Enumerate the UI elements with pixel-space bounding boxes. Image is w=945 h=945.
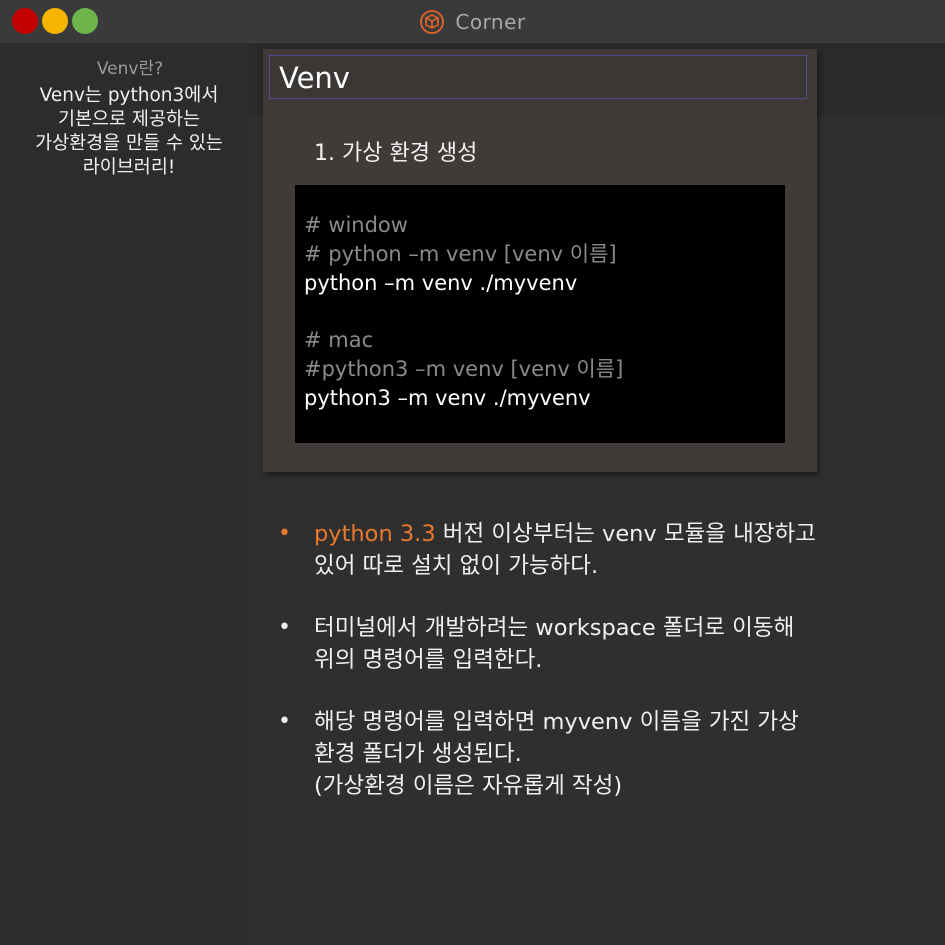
bullet-item: • 해당 명령어를 입력하면 myvenv 이름을 가진 가상 환경 폴더가 생… xyxy=(278,706,898,802)
bullet-line: 터미널에서 개발하려는 workspace 폴더로 이동해 xyxy=(314,615,795,641)
code-line: #python3 –m venv [venv 이름] xyxy=(304,356,624,381)
bullet-text: 버전 이상부터는 venv 모듈을 내장하고 xyxy=(435,521,816,547)
bullet-item: • 터미널에서 개발하려는 workspace 폴더로 이동해 위의 명령어를 … xyxy=(278,612,898,676)
app-window: Corner Venv란? Venv는 python3에서 기본으로 제공하는 … xyxy=(0,0,945,945)
window-title-group: Corner xyxy=(0,0,945,43)
card-title: Venv xyxy=(279,61,350,95)
bullet-line: python 3.3 버전 이상부터는 venv 모듈을 내장하고 xyxy=(314,518,898,550)
code-line: # mac xyxy=(304,328,374,353)
bullet-line: 환경 폴더가 생성된다. xyxy=(314,741,522,767)
bullet-marker: • xyxy=(278,521,291,546)
title-bar: Corner xyxy=(0,0,945,44)
box-logo-icon xyxy=(420,9,445,34)
code-line: python –m venv ./myvenv xyxy=(304,270,578,295)
bullet-line: 위의 명령어를 입력한다. xyxy=(314,647,543,673)
bullet-line: 해당 명령어를 입력하면 myvenv 이름을 가진 가상 xyxy=(314,709,799,735)
step-heading: 1. 가상 환경 생성 xyxy=(314,141,478,166)
code-block: # window # python –m venv [venv 이름] pyth… xyxy=(295,185,785,443)
code-line: # python –m venv [venv 이름] xyxy=(304,241,617,266)
window-title: Corner xyxy=(455,9,526,34)
bullet-line: (가상환경 이름은 자유롭게 작성) xyxy=(314,773,623,799)
bullet-highlight: python 3.3 xyxy=(314,521,436,547)
venv-card: Venv 1. 가상 환경 생성 # window # python –m ve… xyxy=(263,49,817,472)
bullet-list: • python 3.3 버전 이상부터는 venv 모듈을 내장하고 있어 따… xyxy=(278,518,898,832)
bullet-marker: • xyxy=(278,709,291,734)
bullet-item: • python 3.3 버전 이상부터는 venv 모듈을 내장하고 있어 따… xyxy=(278,518,898,582)
bullet-marker: • xyxy=(278,615,291,640)
bullet-line: 있어 따로 설치 없이 가능하다. xyxy=(314,553,599,579)
code-line: python3 –m venv ./myvenv xyxy=(304,385,591,410)
sidebar-heading: Venv란? xyxy=(96,59,164,79)
card-title-field[interactable]: Venv xyxy=(269,55,807,99)
code-line: # window xyxy=(304,213,408,237)
sidebar-description: Venv는 python3에서 기본으로 제공하는 가상환경을 만들 수 있는 … xyxy=(35,85,223,178)
sidebar: Venv란? Venv는 python3에서 기본으로 제공하는 가상환경을 만… xyxy=(0,44,249,945)
